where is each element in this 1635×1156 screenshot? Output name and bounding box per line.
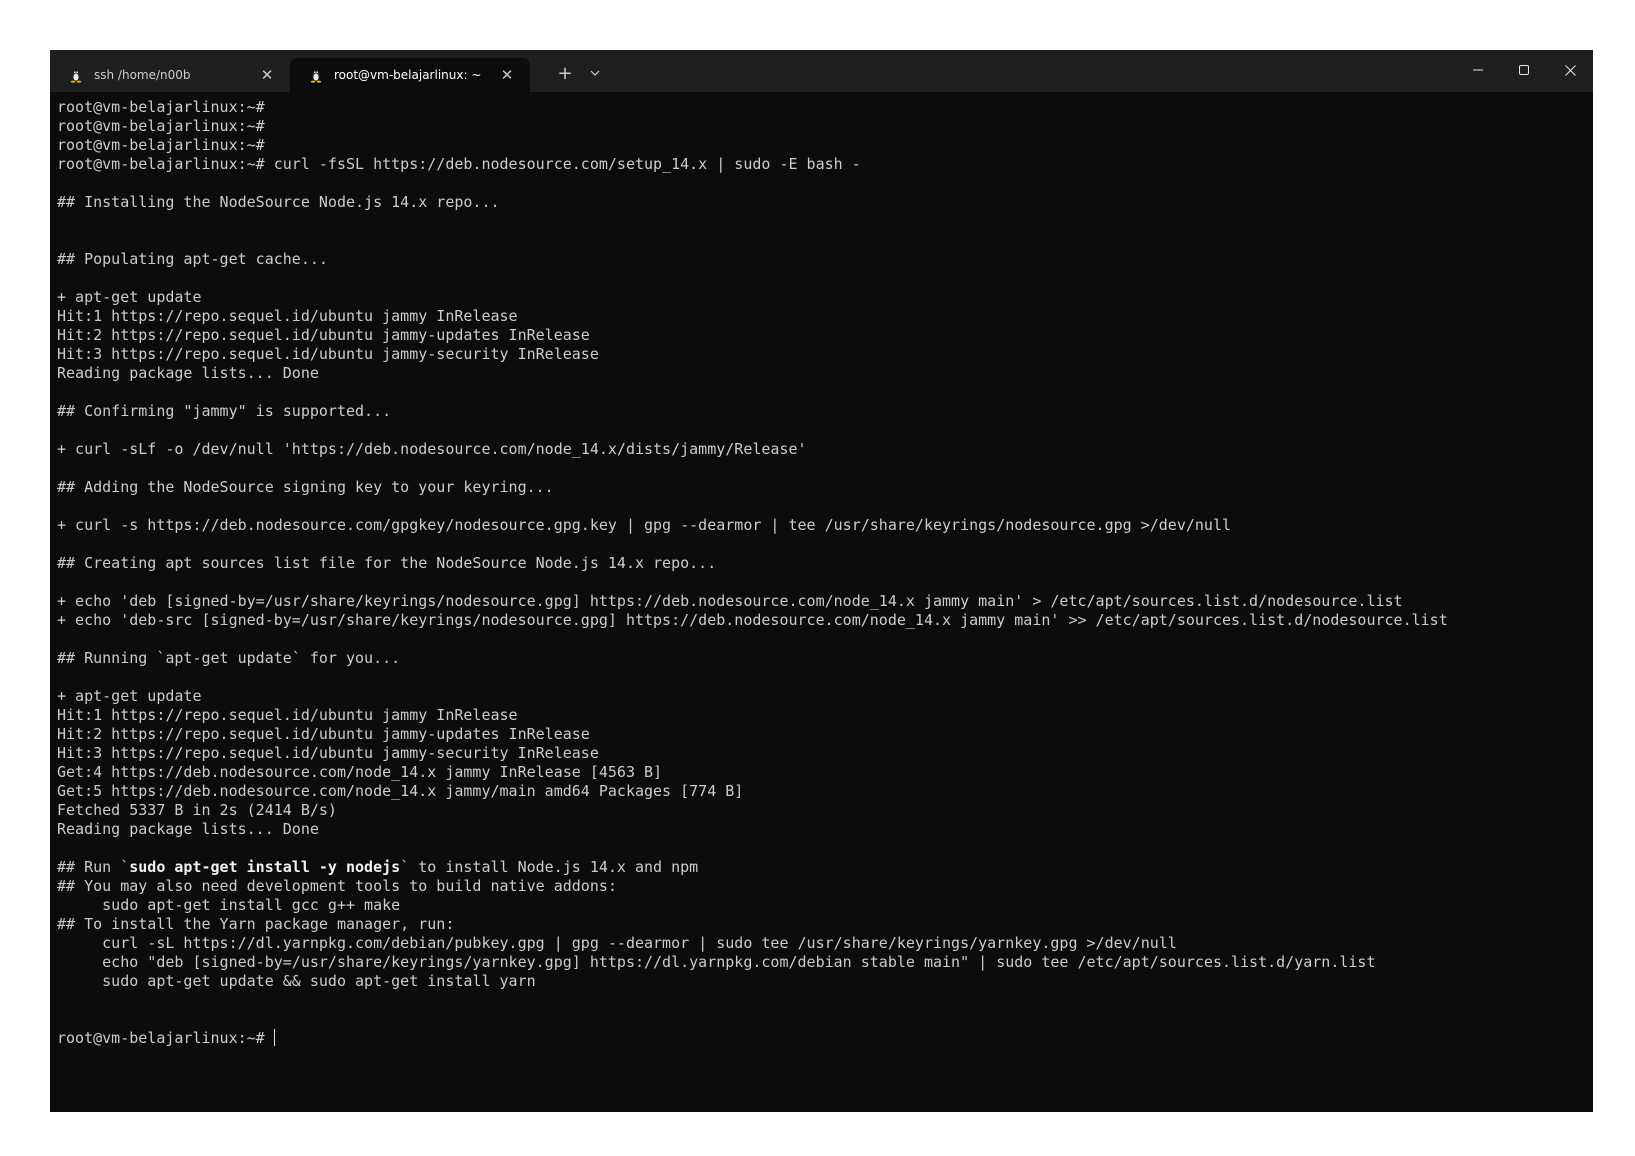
prompt-line[interactable]: root@vm-belajarlinux:~# [57,1029,1593,1048]
terminal-line: Get:4 https://deb.nodesource.com/node_14… [57,763,663,781]
tab-ssh[interactable]: ssh /home/n00b ✕ [50,58,290,92]
terminal-line: sudo apt-get install gcc g++ make [57,896,401,914]
terminal-line: ## Run `sudo apt-get install -y nodejs` … [57,858,1593,877]
terminal-line: Hit:2 https://repo.sequel.id/ubuntu jamm… [57,725,590,743]
linux-tux-icon [310,70,322,83]
shell-prompt: root@vm-belajarlinux:~# [57,1029,274,1047]
title-bar: ssh /home/n00b ✕ root@vm-belajarlinux: ~… [50,50,1593,92]
close-window-button[interactable] [1547,50,1593,90]
terminal-line: + curl -sLf -o /dev/null 'https://deb.no… [57,440,807,458]
terminal-line: ## Confirming "jammy" is supported... [57,402,392,420]
terminal-line: Reading package lists... Done [57,820,319,838]
window-controls [1455,50,1593,90]
terminal-line: ## You may also need development tools t… [57,877,617,895]
command-highlight: sudo apt-get install -y nodejs [129,858,401,876]
tab-dropdown-button[interactable] [580,58,610,88]
close-tab-icon[interactable]: ✕ [258,66,276,84]
terminal-line: ## Adding the NodeSource signing key to … [57,478,554,496]
maximize-icon [1519,65,1529,75]
terminal-line: Hit:3 https://repo.sequel.id/ubuntu jamm… [57,345,599,363]
terminal-line: sudo apt-get update && sudo apt-get inst… [57,972,536,990]
terminal-line: + echo 'deb-src [signed-by=/usr/share/ke… [57,611,1448,629]
text-cursor [273,1029,275,1046]
terminal-line: echo "deb [signed-by=/usr/share/keyrings… [57,953,1376,971]
terminal-line: + curl -s https://deb.nodesource.com/gpg… [57,516,1231,534]
terminal-line: root@vm-belajarlinux:~# [57,136,265,154]
tab-label: root@vm-belajarlinux: ~ [334,68,482,82]
terminal-line: Hit:3 https://repo.sequel.id/ubuntu jamm… [57,744,599,762]
line-segment: ` to install Node.js 14.x and npm [400,858,699,876]
terminal-window: ssh /home/n00b ✕ root@vm-belajarlinux: ~… [50,50,1593,1112]
minimize-icon [1473,69,1483,71]
terminal-line: + echo 'deb [signed-by=/usr/share/keyrin… [57,592,1403,610]
close-icon [1564,64,1576,76]
terminal-line: Fetched 5337 B in 2s (2414 B/s) [57,801,337,819]
terminal-line: + apt-get update [57,288,202,306]
terminal-line: root@vm-belajarlinux:~# curl -fsSL https… [57,155,861,173]
terminal-line: curl -sL https://dl.yarnpkg.com/debian/p… [57,934,1177,952]
terminal-line: + apt-get update [57,687,202,705]
linux-tux-icon [70,70,82,83]
terminal-line: ## Running `apt-get update` for you... [57,649,401,667]
minimize-button[interactable] [1455,50,1501,90]
terminal-output[interactable]: root@vm-belajarlinux:~# root@vm-belajarli… [57,98,1593,1112]
tab-label: ssh /home/n00b [94,68,191,82]
close-tab-icon[interactable]: ✕ [498,66,516,84]
terminal-line: root@vm-belajarlinux:~# [57,117,265,135]
terminal-line: Hit:2 https://repo.sequel.id/ubuntu jamm… [57,326,590,344]
terminal-line: ## Populating apt-get cache... [57,250,328,268]
new-tab-button[interactable]: + [550,58,580,88]
terminal-line: ## To install the Yarn package manager, … [57,915,455,933]
terminal-line: Hit:1 https://repo.sequel.id/ubuntu jamm… [57,706,518,724]
chevron-down-icon [590,70,600,76]
terminal-line: ## Installing the NodeSource Node.js 14.… [57,193,500,211]
terminal-line: Reading package lists... Done [57,364,319,382]
terminal-line: Hit:1 https://repo.sequel.id/ubuntu jamm… [57,307,518,325]
terminal-line: Get:5 https://deb.nodesource.com/node_14… [57,782,744,800]
tab-root-shell[interactable]: root@vm-belajarlinux: ~ ✕ [290,58,530,92]
line-segment: ## Run ` [57,858,130,876]
terminal-line: ## Creating apt sources list file for th… [57,554,717,572]
maximize-button[interactable] [1501,50,1547,90]
terminal-line: root@vm-belajarlinux:~# [57,98,265,116]
